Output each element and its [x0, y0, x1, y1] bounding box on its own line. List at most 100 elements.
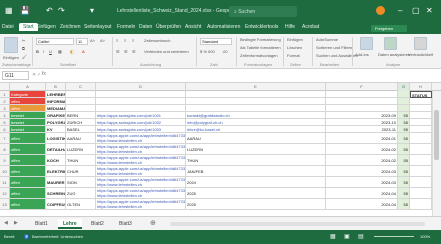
menu-item-2[interactable]: Einfügen — [36, 24, 56, 30]
cell-d4[interactable]: https://apps.swissjobs.com/job/1001 — [96, 112, 186, 119]
cell-f8[interactable]: 2024-02 — [326, 144, 398, 155]
column-header-c[interactable]: C — [66, 83, 96, 91]
cell-e9[interactable]: THUN — [186, 155, 326, 166]
zoom-slider[interactable] — [374, 236, 414, 237]
cell-g11[interactable]: 55 — [398, 177, 410, 188]
cell-a3[interactable]: offen — [10, 105, 46, 112]
cell-b7[interactable]: LOGISTIK — [46, 133, 66, 144]
row-header[interactable]: 2 — [0, 98, 10, 105]
font-color-icon[interactable]: A — [82, 49, 85, 54]
cell-e12[interactable]: 2025 — [186, 188, 326, 199]
cell-d1[interactable] — [96, 91, 186, 98]
bold-button[interactable]: B — [36, 49, 39, 54]
minimize-icon[interactable]: – — [398, 6, 402, 15]
cell-b12[interactable]: SCHREINER — [46, 188, 66, 199]
align-top-icon[interactable]: ≡ — [116, 38, 118, 43]
cell-b11[interactable]: MAURER — [46, 177, 66, 188]
cancel-icon[interactable]: ✕ — [32, 72, 36, 78]
cell-g3[interactable] — [398, 105, 410, 112]
addins-button[interactable]: Add-Ins — [355, 52, 369, 57]
cell-g10[interactable]: 55 — [398, 166, 410, 177]
cell-h9[interactable] — [410, 155, 432, 166]
save-icon[interactable]: 💾 — [20, 6, 30, 15]
row-header[interactable]: 11 — [0, 177, 10, 188]
menu-item-8[interactable]: Ansicht — [185, 24, 201, 30]
undo-icon[interactable]: ↶ — [46, 6, 53, 15]
cell-d8[interactable]: https://apps.apple.com/us/app/lehrstelle… — [96, 144, 186, 155]
underline-button[interactable]: U — [49, 49, 52, 54]
cell-d12[interactable]: https://apps.apple.com/us/app/lehrstelle… — [96, 188, 186, 199]
cell-g9[interactable]: 55 — [398, 155, 410, 166]
cell-h11[interactable] — [410, 177, 432, 188]
menu-item-6[interactable]: Daten — [139, 24, 152, 30]
cell-e13[interactable]: 2025 — [186, 199, 326, 210]
currency-icon[interactable]: $ % 000 — [200, 49, 215, 54]
wrap-text-button[interactable]: Zeilenumbruch — [144, 38, 170, 43]
cell-c10[interactable]: CHUR — [66, 166, 96, 177]
cell-f11[interactable]: 2024-03 — [326, 177, 398, 188]
cell-b9[interactable]: KOCH — [46, 155, 66, 166]
vertical-scroll-thumb[interactable] — [434, 110, 439, 160]
cell-g2[interactable] — [398, 98, 410, 105]
font-size-select[interactable]: 11 — [76, 38, 88, 45]
cell-g13[interactable]: 55 — [398, 199, 410, 210]
menu-item-0[interactable]: Datei — [2, 24, 14, 30]
cell-b13[interactable]: COIFFEUR — [46, 199, 66, 210]
align-left-icon[interactable]: ☰ — [116, 49, 120, 54]
cell-g12[interactable]: 55 — [398, 188, 410, 199]
page-break-icon[interactable]: ▤ — [358, 233, 364, 240]
search-input[interactable]: ⌕ Suchen — [229, 6, 297, 17]
row-header[interactable]: 1 — [0, 91, 10, 98]
cell-f3[interactable] — [326, 105, 398, 112]
cell-f5[interactable]: 2023-10 — [326, 119, 398, 126]
accessibility-status[interactable]: Barrierefreiheit: Untersuchen — [32, 234, 83, 239]
cell-f1[interactable] — [326, 91, 398, 98]
copy-icon[interactable]: ⧉ — [22, 46, 25, 51]
cell-d2[interactable] — [96, 98, 186, 105]
font-family-select[interactable]: Calibri — [36, 38, 74, 45]
enter-icon[interactable]: ✓ — [37, 72, 41, 78]
customize-icon[interactable]: ▾ — [90, 6, 94, 15]
zoom-level[interactable]: 100% — [420, 234, 430, 239]
addins-icon[interactable] — [360, 37, 373, 50]
cell-f9[interactable]: 2024-02 — [326, 155, 398, 166]
cell-d5[interactable]: https://apps.swissjobs.com/job/1002 — [96, 119, 186, 126]
column-header-f[interactable]: F — [326, 83, 398, 91]
align-center-icon[interactable]: ☰ — [124, 49, 128, 54]
maximize-icon[interactable]: ▢ — [412, 6, 420, 15]
cell-b4[interactable]: GRAFIKER — [46, 112, 66, 119]
redo-icon[interactable]: ↷ — [58, 6, 65, 15]
cell-g5[interactable]: 55 — [398, 119, 410, 126]
horizontal-scrollbar[interactable] — [170, 222, 425, 226]
menu-item-1[interactable]: Start — [19, 23, 38, 31]
cell-c4[interactable]: BERN — [66, 112, 96, 119]
cell-g1[interactable] — [398, 91, 410, 98]
cell-d11[interactable]: https://apps.apple.com/us/app/lehrstelle… — [96, 177, 186, 188]
align-middle-icon[interactable]: ≡ — [124, 38, 126, 43]
cell-c8[interactable]: LUZERN — [66, 144, 96, 155]
row-header[interactable]: 7 — [0, 133, 10, 144]
fx-button[interactable]: fx — [42, 71, 46, 77]
grow-font-icon[interactable]: A˄ — [90, 38, 95, 43]
cell-h3[interactable] — [410, 105, 432, 112]
menu-item-4[interactable]: Seitenlayout — [84, 24, 112, 30]
number-format-select[interactable]: Standard — [200, 38, 232, 45]
row-header[interactable]: 12 — [0, 188, 10, 199]
column-header-g[interactable]: G — [398, 83, 410, 91]
share-button[interactable]: Freigeben — [371, 25, 407, 32]
cell-c12[interactable]: ZUG — [66, 188, 96, 199]
avatar[interactable] — [376, 6, 385, 15]
cell-h8[interactable] — [410, 144, 432, 155]
cell-g8[interactable]: 55 — [398, 144, 410, 155]
sheet-tab-0[interactable]: Blatt1 — [30, 219, 53, 229]
row-header[interactable]: 5 — [0, 119, 10, 126]
cell-e7[interactable]: AARAU — [186, 133, 326, 144]
name-box[interactable]: G11 — [2, 71, 29, 80]
cell-a1[interactable]: Kategorie — [10, 91, 46, 98]
cell-h6[interactable] — [410, 126, 432, 133]
cell-c6[interactable]: BASEL — [66, 126, 96, 133]
cell-c11[interactable]: SION — [66, 177, 96, 188]
menu-item-12[interactable]: Acrobat — [302, 24, 319, 30]
sheet-tab-3[interactable]: Blatt3 — [114, 219, 137, 229]
cell-h2[interactable] — [410, 98, 432, 105]
